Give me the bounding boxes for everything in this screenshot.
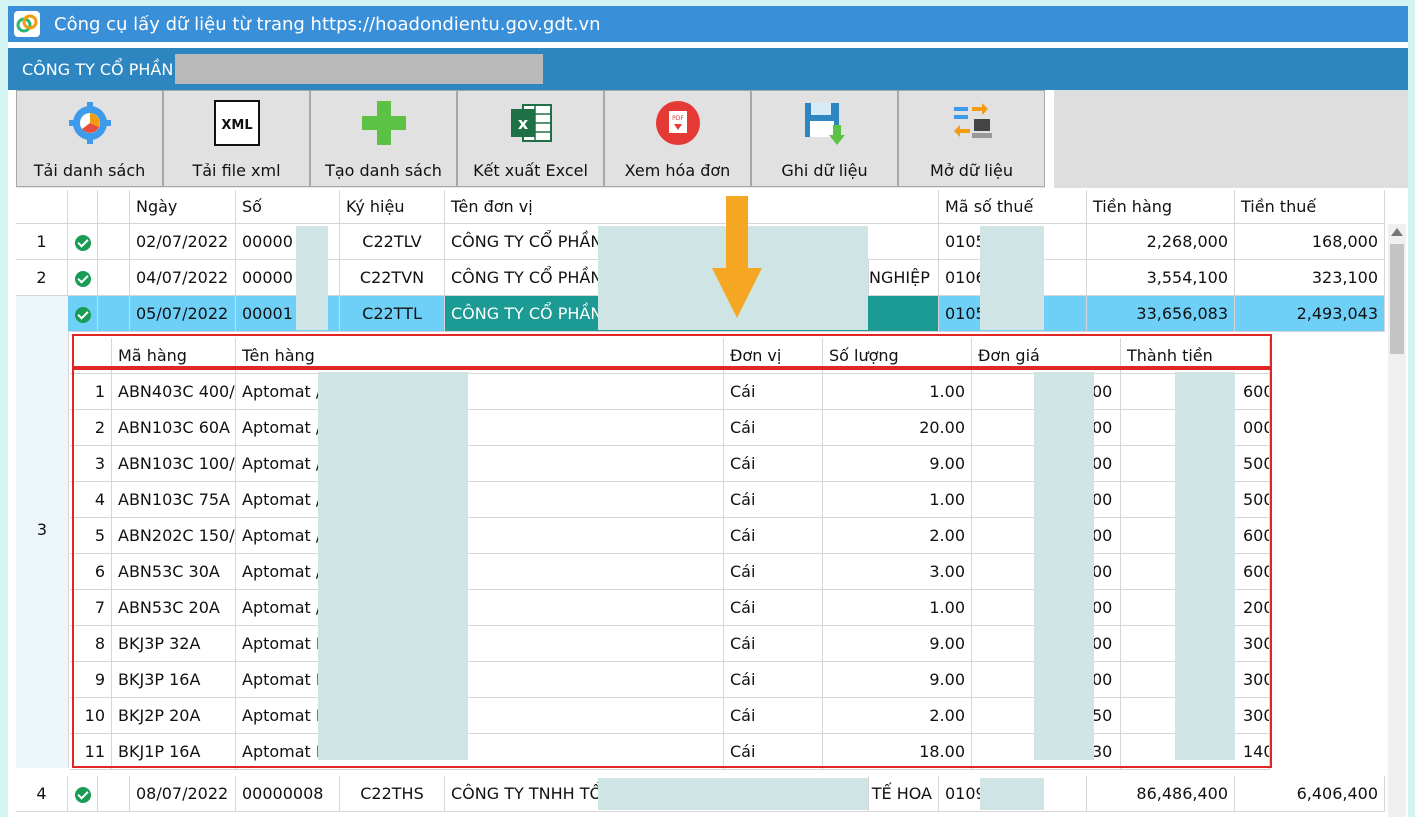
cell-date: 08/07/2022: [130, 776, 236, 812]
row-number: 1: [16, 224, 68, 260]
floppy-download-icon: [804, 103, 845, 145]
cell-date: 04/07/2022: [130, 260, 236, 296]
cell-symbol: C22TLV: [340, 224, 445, 260]
svg-text:x: x: [517, 114, 528, 133]
cell-date: 05/07/2022: [130, 296, 236, 332]
export-excel-button[interactable]: x Kết xuất Excel: [457, 90, 604, 187]
app-logo-icon: [14, 11, 40, 37]
select-header: [98, 190, 130, 224]
view-invoice-label: Xem hóa đơn: [624, 161, 731, 180]
plus-icon: [361, 101, 406, 145]
redaction-mask: [980, 778, 1044, 810]
status-ok-icon: [68, 296, 98, 332]
cell-goods-amount: 86,486,400: [1087, 776, 1235, 812]
pdf-icon: PDF: [655, 101, 700, 145]
redaction-mask: [1034, 372, 1094, 760]
cell-tax-amount: 2,493,043: [1235, 296, 1385, 332]
row-number: 3: [36, 520, 48, 539]
status-ok-icon: [68, 224, 98, 260]
col-header-date[interactable]: Ngày: [130, 190, 236, 224]
status-ok-icon: [68, 776, 98, 812]
toolbar-empty-area: [1054, 90, 1408, 188]
open-data-label: Mở dữ liệu: [930, 161, 1013, 180]
row-number: 2: [16, 260, 68, 296]
title-bar: Công cụ lấy dữ liệu từ trang https://hoa…: [8, 6, 1408, 42]
row-selector[interactable]: [98, 260, 130, 296]
highlight-box-header: [72, 334, 1272, 368]
redaction-mask: [598, 778, 868, 810]
row-number-header: [16, 190, 68, 224]
row-selector[interactable]: [98, 224, 130, 260]
status-ok-icon: [68, 260, 98, 296]
cell-goods-amount: 33,656,083: [1087, 296, 1235, 332]
load-list-button[interactable]: Tải danh sách: [16, 90, 163, 187]
load-xml-label: Tải file xml: [192, 161, 281, 180]
xml-file-icon: XML: [213, 100, 260, 146]
export-excel-label: Kết xuất Excel: [473, 161, 588, 180]
cell-unit-name-tail: NGHIỆP: [869, 260, 939, 296]
row-selector[interactable]: [98, 296, 130, 332]
save-data-button[interactable]: Ghi dữ liệu: [751, 90, 898, 187]
redaction-mask: [296, 226, 328, 330]
company-name: CÔNG TY CỔ PHẦN: [22, 59, 174, 79]
svg-text:PDF: PDF: [672, 115, 684, 122]
excel-icon: x: [510, 104, 552, 142]
col-header-goods-amount[interactable]: Tiền hàng: [1087, 190, 1235, 224]
cell-symbol: C22TTL: [340, 296, 445, 332]
col-header-tax-amount[interactable]: Tiền thuế: [1235, 190, 1385, 224]
cell-symbol: C22TVN: [340, 260, 445, 296]
open-data-button[interactable]: Mở dữ liệu: [898, 90, 1045, 187]
save-data-label: Ghi dữ liệu: [781, 161, 868, 180]
redaction-mask: [980, 226, 1044, 330]
create-list-label: Tạo danh sách: [325, 161, 442, 180]
col-header-symbol[interactable]: Ký hiệu: [340, 190, 445, 224]
window-title: Công cụ lấy dữ liệu từ trang https://hoa…: [54, 13, 601, 35]
scroll-up-arrow-icon[interactable]: [1391, 228, 1403, 236]
company-bar: CÔNG TY CỔ PHẦN: [8, 48, 1408, 90]
cell-number: 00000008: [236, 776, 340, 812]
redaction-mask: [318, 372, 468, 760]
cell-goods-amount: 2,268,000: [1087, 224, 1235, 260]
cell-tax-amount: 323,100: [1235, 260, 1385, 296]
cell-tax-amount: 168,000: [1235, 224, 1385, 260]
load-list-label: Tải danh sách: [33, 161, 146, 180]
cell-tax-amount: 6,406,400: [1235, 776, 1385, 812]
create-list-button[interactable]: Tạo danh sách: [310, 90, 457, 187]
cell-symbol: C22THS: [340, 776, 445, 812]
redaction-mask: [1175, 372, 1235, 760]
load-xml-button[interactable]: XML Tải file xml: [163, 90, 310, 187]
col-header-number[interactable]: Số: [236, 190, 340, 224]
toolbar: Tải danh sách XML Tải file xml Tạo danh …: [16, 90, 1045, 188]
col-header-tax-code[interactable]: Mã số thuế: [939, 190, 1087, 224]
cell-date: 02/07/2022: [130, 224, 236, 260]
cell-goods-amount: 3,554,100: [1087, 260, 1235, 296]
col-header-unit-name[interactable]: Tên đơn vị: [445, 190, 939, 224]
annotation-arrow-icon: [712, 196, 762, 318]
row-number: 4: [16, 776, 68, 812]
svg-text:XML: XML: [221, 118, 252, 133]
gear-chart-icon: [68, 102, 111, 144]
status-header: [68, 190, 98, 224]
row-selector[interactable]: [98, 776, 130, 812]
cell-unit-name-tail: TẾ HOA: [869, 776, 939, 812]
view-invoice-button[interactable]: PDF Xem hóa đơn: [604, 90, 751, 187]
scrollbar-thumb[interactable]: [1390, 244, 1404, 354]
transfer-computer-icon: [953, 103, 992, 138]
redacted-company-name: [175, 54, 544, 84]
